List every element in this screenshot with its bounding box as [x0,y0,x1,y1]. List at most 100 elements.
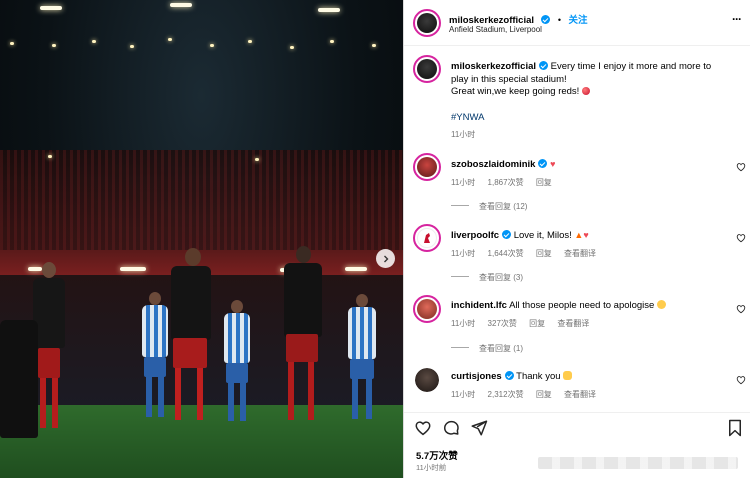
comment-body: liverpoolfc Love it, Milos! ▲♥ [451,229,589,243]
bookmark-icon [729,419,741,437]
comment-likes[interactable]: 1,644次赞 [488,249,524,258]
clap-emoji-icon [563,371,573,380]
comment-text: Thank you [516,371,561,382]
stadium-light [372,44,376,47]
more-icon[interactable]: ··· [732,12,742,26]
stadium-light [48,155,52,158]
stadium-light [168,38,172,41]
translate-button[interactable]: 查看翻译 [557,319,589,328]
comment-time: 11小时 [451,178,476,187]
author-avatar[interactable] [413,9,441,37]
comment-avatar[interactable] [415,368,439,392]
caption-time: 11小时 [451,130,476,139]
reply-button[interactable]: 回复 [529,319,545,328]
comment-body: szoboszlaidominik ♥ [451,158,555,172]
like-comment-heart-icon[interactable] [736,233,746,243]
player-figure [222,300,252,425]
player-figure [280,246,326,432]
post-photo[interactable] [0,0,403,478]
comment-icon [443,420,459,435]
comment-username[interactable]: liverpoolfc [451,230,499,241]
share-icon [471,420,488,436]
comment-avatar[interactable] [413,224,441,252]
heart-emoji-icon: ♥ [550,159,556,169]
reply-button[interactable]: 回复 [536,249,552,258]
comment-time: 11小时 [451,319,476,328]
view-replies-button[interactable]: 查看回复 (1) [451,343,523,354]
heart-emoji-icon: ♥ [583,230,589,240]
comment-text: Love it, Milos! [513,230,572,241]
heart-icon [415,421,431,436]
caption: miloskerkezofficial Every time I enjoy i… [451,61,741,99]
comment-time: 11小时 [451,249,476,258]
comment-button[interactable] [442,419,460,437]
comment-text: All those people need to apologise [509,300,655,311]
chevron-right-icon [383,255,388,262]
follow-button[interactable]: 关注 [569,15,588,26]
liverbird-logo-icon [424,233,430,243]
translate-button[interactable]: 查看翻译 [564,390,596,399]
like-button[interactable] [414,419,432,437]
comment-meta: 11小时 2,312次赞 回复 查看翻译 [451,389,596,400]
floodlight [120,267,146,271]
floodlight [40,6,62,10]
stadium-light [92,40,96,43]
caption-text-line3: Great win,we keep going reds! [451,86,580,97]
reply-button[interactable]: 回复 [536,178,552,187]
verified-icon [541,15,551,24]
verified-icon [539,61,549,70]
comment-username[interactable]: szoboszlaidominik [451,159,535,170]
player-figure [346,294,378,424]
comment-body: inchident.lfc All those people need to a… [451,300,666,313]
share-button[interactable] [470,419,488,437]
comment-meta: 11小时 1,867次赞 回复 [451,177,552,188]
post-timestamp: 11小时前 [416,463,447,472]
next-photo-button[interactable] [376,249,395,268]
laugh-emoji-icon [656,300,666,309]
view-replies-button[interactable]: 查看回复 (12) [451,201,527,212]
comment-username[interactable]: curtisjones [451,371,502,382]
comment-username[interactable]: inchident.lfc [451,300,507,311]
reply-button[interactable]: 回复 [536,390,552,399]
floodlight [170,3,192,7]
comment-avatar[interactable] [413,153,441,181]
comment-body: curtisjones Thank you [451,371,573,384]
floodlight [318,8,340,12]
stadium-light [52,44,56,47]
like-comment-heart-icon[interactable] [736,304,746,314]
caption-text-line2: play in this special stadium! [451,73,567,85]
like-comment-heart-icon[interactable] [736,162,746,172]
save-button[interactable] [726,419,744,437]
ball-emoji-icon [581,87,590,95]
stadium-light [210,44,214,47]
view-replies-button[interactable]: 查看回复 (3) [451,272,523,283]
stadium-light [290,46,294,49]
fire-emoji-icon: ▲ [574,230,584,240]
post-location[interactable]: Anfield Stadium, Liverpool [449,25,542,34]
stadium-light [10,42,14,45]
caption-avatar[interactable] [413,55,441,83]
caption-text-line1: Every time I enjoy it more and more to [550,61,712,72]
comment-likes[interactable]: 1,867次赞 [488,178,524,187]
comment-meta: 11小时 1,644次赞 回复 查看翻译 [451,248,596,259]
floodlight [345,267,367,271]
post-header: miloskerkezofficial • 关注 Anfield Stadium… [404,0,750,46]
player-figure [140,292,170,422]
watermark-blur [538,457,738,469]
post-sidebar: miloskerkezofficial • 关注 Anfield Stadium… [403,0,750,478]
stadium-light [330,40,334,43]
comment-likes[interactable]: 327次赞 [488,319,517,328]
player-figure [165,248,217,436]
translate-button[interactable]: 查看翻译 [564,249,596,258]
hashtag-link[interactable]: #YNWA [451,112,484,123]
caption-username[interactable]: miloskerkezofficial [451,61,536,72]
like-comment-heart-icon[interactable] [736,375,746,385]
comment-time: 11小时 [451,390,476,399]
verified-icon [504,371,514,380]
like-count[interactable]: 5.7万次赞 [416,448,458,462]
comment-likes[interactable]: 2,312次赞 [488,390,524,399]
verified-icon [538,159,548,168]
player-figure [0,320,40,440]
comment-meta: 11小时 327次赞 回复 查看翻译 [451,318,589,329]
comment-avatar[interactable] [413,295,441,323]
